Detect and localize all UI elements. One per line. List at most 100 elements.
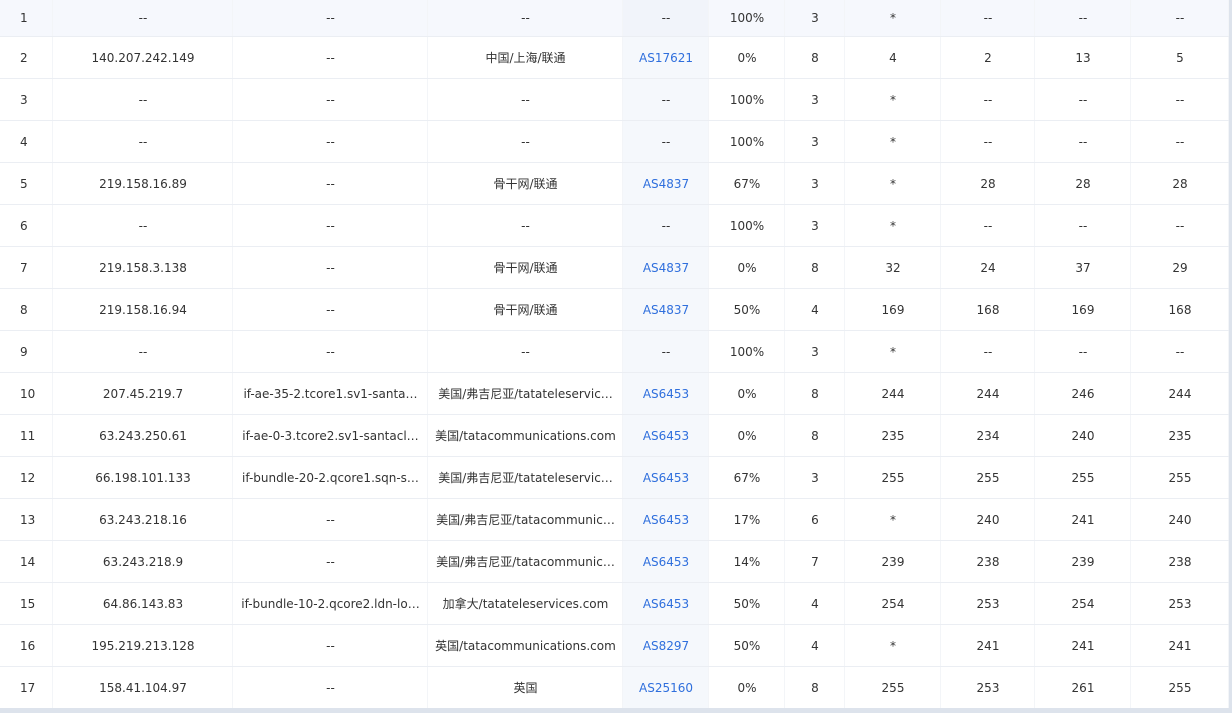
table-row: 8 219.158.16.94 -- 骨干网/联通 AS4837 50% 4 169 168 16…: [0, 289, 1229, 331]
as-number-cell: --: [623, 205, 709, 247]
best-latency-cell: 168: [941, 289, 1035, 331]
avg-latency-cell: --: [1131, 205, 1229, 247]
ip-address-cell: --: [53, 121, 233, 163]
table-row: 13 63.243.218.16 -- 美国/弗吉尼亚/tatacommunic… AS…: [0, 499, 1229, 541]
table-row: 7 219.158.3.138 -- 骨干网/联通 AS4837 0% 8 32 24 37 29: [0, 247, 1229, 289]
best-latency-cell: 241: [941, 625, 1035, 667]
sent-count-cell: 3: [785, 79, 845, 121]
table-row: 3 -- -- -- -- 100% 3 * -- -- --: [0, 79, 1229, 121]
hop-number-cell: 12: [0, 457, 53, 499]
hostname-cell: if-ae-0-3.tcore2.sv1-santacl…: [233, 415, 428, 457]
traceroute-table-body: 1 -- -- -- -- 100% 3 * -- -- -- 2 140.207.242.149 -- 中…: [0, 0, 1229, 708]
worst-latency-cell: 241: [1035, 625, 1131, 667]
hop-number-cell: 16: [0, 625, 53, 667]
as-number-empty: --: [661, 344, 671, 359]
as-number-cell: --: [623, 121, 709, 163]
table-row: 2 140.207.242.149 -- 中国/上海/联通 AS17621 0% 8 4 2 13…: [0, 37, 1229, 79]
geolocation-cell: --: [428, 0, 623, 37]
last-latency-cell: *: [845, 499, 941, 541]
worst-latency-cell: 13: [1035, 37, 1131, 79]
worst-latency-cell: 37: [1035, 247, 1131, 289]
table-row: 16 195.219.213.128 -- 英国/tatacommunications…: [0, 625, 1229, 667]
table-row: 12 66.198.101.133 if-bundle-20-2.qcore1.sq…: [0, 457, 1229, 499]
table-row: 15 64.86.143.83 if-bundle-10-2.qcore2.ldn-…: [0, 583, 1229, 625]
best-latency-cell: 28: [941, 163, 1035, 205]
ip-address-cell: --: [53, 205, 233, 247]
avg-latency-cell: 168: [1131, 289, 1229, 331]
ip-address-cell: 219.158.16.89: [53, 163, 233, 205]
sent-count-cell: 8: [785, 667, 845, 708]
ip-address-cell: --: [53, 79, 233, 121]
as-number-link[interactable]: AS4837: [643, 177, 689, 191]
as-number-link[interactable]: AS17621: [639, 51, 693, 65]
packet-loss-cell: 0%: [709, 247, 785, 289]
as-number-link[interactable]: AS25160: [639, 681, 693, 695]
packet-loss-cell: 100%: [709, 0, 785, 37]
packet-loss-cell: 100%: [709, 205, 785, 247]
sent-count-cell: 3: [785, 0, 845, 37]
sent-count-cell: 4: [785, 289, 845, 331]
packet-loss-cell: 50%: [709, 625, 785, 667]
geolocation-cell: 美国/弗吉尼亚/tatateleservic…: [428, 373, 623, 415]
hostname-cell: --: [233, 541, 428, 583]
table-row: 1 -- -- -- -- 100% 3 * -- -- --: [0, 0, 1229, 37]
hostname-cell: --: [233, 37, 428, 79]
best-latency-cell: --: [941, 79, 1035, 121]
hostname-cell: --: [233, 205, 428, 247]
ip-address-cell: 64.86.143.83: [53, 583, 233, 625]
as-number-cell: AS6453: [623, 457, 709, 499]
sent-count-cell: 4: [785, 583, 845, 625]
as-number-cell: AS6453: [623, 541, 709, 583]
avg-latency-cell: 235: [1131, 415, 1229, 457]
packet-loss-cell: 67%: [709, 163, 785, 205]
sent-count-cell: 8: [785, 247, 845, 289]
worst-latency-cell: 254: [1035, 583, 1131, 625]
packet-loss-cell: 100%: [709, 79, 785, 121]
worst-latency-cell: 169: [1035, 289, 1131, 331]
geolocation-cell: --: [428, 121, 623, 163]
last-latency-cell: 4: [845, 37, 941, 79]
geolocation-cell: --: [428, 79, 623, 121]
as-number-cell: AS6453: [623, 415, 709, 457]
as-number-empty: --: [661, 11, 671, 25]
as-number-link[interactable]: AS6453: [643, 597, 689, 611]
last-latency-cell: *: [845, 163, 941, 205]
table-row: 6 -- -- -- -- 100% 3 * -- -- --: [0, 205, 1229, 247]
packet-loss-cell: 100%: [709, 121, 785, 163]
sent-count-cell: 3: [785, 457, 845, 499]
last-latency-cell: *: [845, 79, 941, 121]
as-number-link[interactable]: AS6453: [643, 429, 689, 443]
sent-count-cell: 3: [785, 331, 845, 373]
last-latency-cell: *: [845, 205, 941, 247]
worst-latency-cell: 241: [1035, 499, 1131, 541]
last-latency-cell: 32: [845, 247, 941, 289]
best-latency-cell: 234: [941, 415, 1035, 457]
as-number-link[interactable]: AS6453: [643, 387, 689, 401]
as-number-link[interactable]: AS6453: [643, 555, 689, 569]
geolocation-cell: 美国/弗吉尼亚/tatateleservic…: [428, 457, 623, 499]
as-number-cell: --: [623, 331, 709, 373]
as-number-link[interactable]: AS6453: [643, 471, 689, 485]
hop-number-cell: 3: [0, 79, 53, 121]
best-latency-cell: 24: [941, 247, 1035, 289]
ip-address-cell: 207.45.219.7: [53, 373, 233, 415]
as-number-link[interactable]: AS6453: [643, 513, 689, 527]
geolocation-cell: 骨干网/联通: [428, 163, 623, 205]
avg-latency-cell: 255: [1131, 457, 1229, 499]
as-number-cell: AS6453: [623, 583, 709, 625]
as-number-link[interactable]: AS8297: [643, 639, 689, 653]
hop-number-cell: 15: [0, 583, 53, 625]
worst-latency-cell: --: [1035, 205, 1131, 247]
hostname-cell: --: [233, 667, 428, 708]
sent-count-cell: 8: [785, 415, 845, 457]
hop-number-cell: 1: [0, 0, 53, 37]
ip-address-cell: 219.158.16.94: [53, 289, 233, 331]
worst-latency-cell: 261: [1035, 667, 1131, 708]
ip-address-cell: 195.219.213.128: [53, 625, 233, 667]
geolocation-cell: 骨干网/联通: [428, 247, 623, 289]
avg-latency-cell: --: [1131, 0, 1229, 37]
hostname-cell: if-bundle-10-2.qcore2.ldn-lo…: [233, 583, 428, 625]
as-number-link[interactable]: AS4837: [643, 261, 689, 275]
as-number-link[interactable]: AS4837: [643, 303, 689, 317]
worst-latency-cell: --: [1035, 0, 1131, 37]
